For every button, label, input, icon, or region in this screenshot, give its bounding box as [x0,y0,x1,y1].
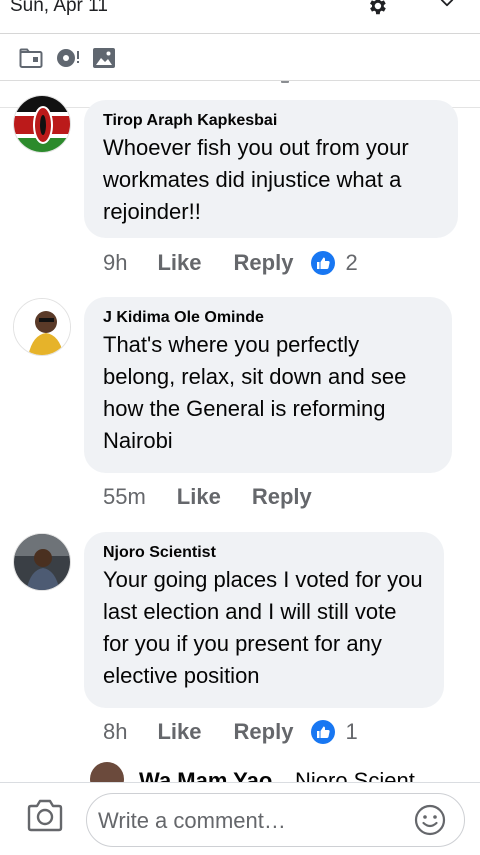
gear-icon[interactable] [366,0,388,17]
avatar[interactable] [13,95,71,153]
comment-time[interactable]: 9h [103,250,127,276]
comment-text: Whoever fish you out from your workmates… [103,135,409,224]
emoji-icon[interactable] [414,804,446,836]
reply-preview[interactable]: Wa Mam Yao Njoro Scient [90,760,480,782]
comment-actions: 55m Like Reply [103,484,312,510]
comment-author[interactable]: Tirop Araph Kapkesbai [103,112,442,130]
like-reaction-icon[interactable] [311,720,336,744]
reply-text: Njoro Scient [295,768,415,782]
reaction-count[interactable]: 2 [345,250,357,276]
comment-text: Your going places I voted for you last e… [103,567,423,688]
comment-bubble[interactable]: Tirop Araph Kapkesbai Whoever fish you o… [84,100,458,238]
reply-button[interactable]: Reply [234,719,294,745]
comment-time[interactable]: 55m [103,484,146,510]
like-button[interactable]: Like [177,484,221,510]
photo-icon[interactable] [92,47,116,69]
comment-actions: 8h Like Reply 1 [103,719,358,745]
reaction-count[interactable]: 1 [345,719,357,745]
comment-bubble[interactable]: Njoro Scientist Your going places I vote… [84,532,444,708]
like-button[interactable]: Like [157,719,201,745]
chevron-down-icon[interactable] [438,0,456,12]
comment-composer: Write a comment… [0,782,480,855]
person-avatar-image [14,534,70,590]
attachment-toolbar [0,34,480,81]
comment-input-placeholder: Write a comment… [98,808,286,833]
comment-author[interactable]: Njoro Scientist [103,544,428,562]
like-button[interactable]: Like [157,250,201,276]
comment-input[interactable]: Write a comment… [86,793,465,847]
file-folder-icon[interactable] [19,47,43,69]
notification-shade: Sun, Apr 11 [0,0,480,34]
sticker-icon[interactable] [56,47,80,69]
reply-button[interactable]: Reply [252,484,312,510]
reply-button[interactable]: Reply [234,250,294,276]
reply-author[interactable]: Wa Mam Yao [139,768,272,782]
like-reaction-icon[interactable] [311,251,336,275]
avatar[interactable] [13,298,71,356]
comment-actions: 9h Like Reply 2 [103,250,358,276]
avatar[interactable] [90,762,124,782]
person-avatar-image [14,299,70,355]
camera-icon[interactable] [26,799,64,833]
comment-text: That's where you perfectly belong, relax… [103,332,407,453]
comment-bubble[interactable]: J Kidima Ole Ominde That's where you per… [84,297,452,473]
avatar[interactable] [13,533,71,591]
status-date: Sun, Apr 11 [10,0,108,16]
kenya-flag-avatar-image [14,96,70,152]
comment-time[interactable]: 8h [103,719,127,745]
text-fragment [281,81,289,83]
comment-author[interactable]: J Kidima Ole Ominde [103,309,436,327]
